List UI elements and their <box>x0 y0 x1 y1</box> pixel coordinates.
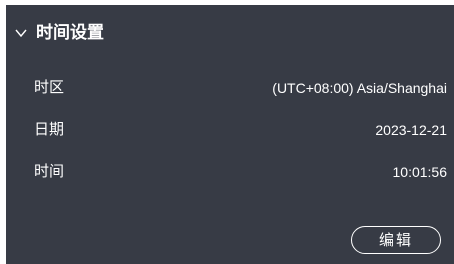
section-title: 时间设置 <box>36 23 104 42</box>
timezone-label: 时区 <box>34 79 65 96</box>
time-settings-panel: 时间设置 时区 (UTC+08:00) Asia/Shanghai 日期 202… <box>6 5 454 264</box>
time-row: 时间 10:01:56 <box>6 161 454 183</box>
timezone-row: 时区 (UTC+08:00) Asia/Shanghai <box>6 77 454 99</box>
chevron-down-icon[interactable] <box>14 26 28 40</box>
date-value: 2023-12-21 <box>375 122 447 138</box>
date-row: 日期 2023-12-21 <box>6 119 454 141</box>
timezone-value: (UTC+08:00) Asia/Shanghai <box>272 80 447 96</box>
time-label: 时间 <box>34 163 65 180</box>
edit-button[interactable]: 编辑 <box>351 226 441 254</box>
time-value: 10:01:56 <box>392 164 448 180</box>
date-label: 日期 <box>34 121 65 138</box>
